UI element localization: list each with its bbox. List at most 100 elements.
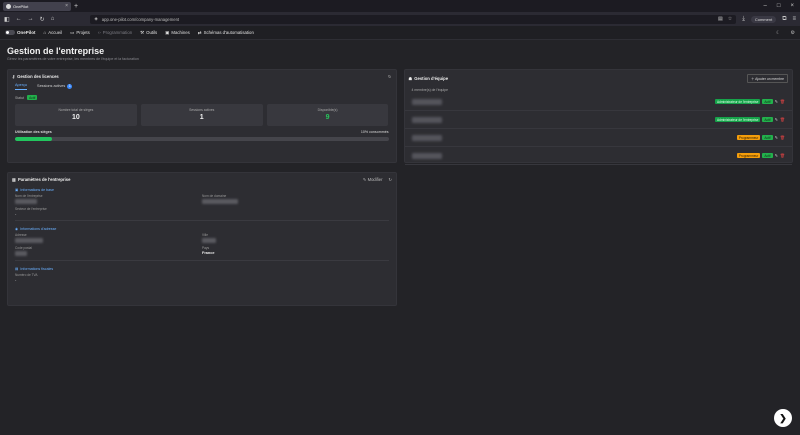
brand-toggle-icon	[5, 30, 15, 35]
add-member-label: Ajouter un membre	[755, 77, 784, 81]
forward-icon[interactable]: →	[28, 16, 34, 22]
maximize-icon[interactable]: □	[777, 3, 781, 9]
nav-item-label: Schémas d'automatisation	[203, 30, 254, 35]
team-card: ☗ Gestion d'équipe ＋ Ajouter un membre 4…	[403, 69, 793, 165]
key-icon: ⚷	[12, 74, 16, 79]
browser-tabbar: OnePilot × + – □ ×	[0, 0, 800, 12]
back-icon[interactable]: ←	[16, 16, 22, 22]
edit-icon[interactable]: ✎	[775, 117, 778, 122]
divider	[15, 260, 389, 261]
menu-icon[interactable]: ≡	[792, 16, 796, 22]
flow-icon: ⇄	[197, 29, 202, 35]
redacted-member-name	[411, 98, 442, 105]
field-postal: Code postal	[15, 246, 202, 256]
translate-icon[interactable]: ▤	[718, 16, 723, 22]
status-badge: Actif	[27, 95, 38, 100]
company-settings-card: ▥ Paramètres de l'entreprise ✎ Modifier …	[7, 172, 397, 306]
field-label: Code postal	[15, 246, 33, 250]
sidebar-toggle-icon[interactable]: ◧	[4, 16, 10, 23]
brand-name: OnePilot	[17, 30, 36, 35]
add-member-button[interactable]: ＋ Ajouter un membre	[747, 74, 788, 83]
field-value: -	[15, 278, 17, 282]
delete-icon[interactable]: 🗑	[780, 117, 785, 122]
nav-item-automation[interactable]: ⇄ Schémas d'automatisation	[198, 30, 254, 36]
field-industry: Secteur de l'entreprise -	[15, 207, 202, 216]
edit-icon[interactable]: ✎	[775, 135, 778, 140]
extensions-icon[interactable]: ⧉	[782, 16, 786, 23]
redacted-member-name	[411, 116, 442, 123]
assistant-launcher-button[interactable]: ❯	[774, 409, 792, 427]
delete-icon[interactable]: 🗑	[780, 135, 785, 140]
team-member-row: Programmeur Actif ✎ 🗑	[404, 129, 792, 147]
field-label: Nom de domaine	[202, 194, 227, 198]
usage-value: 10% consommés	[360, 130, 389, 134]
nav-item-tools[interactable]: ⚒ Outils	[140, 30, 157, 36]
role-badge: Administrateur de l'entreprise	[715, 99, 761, 104]
tab-overview[interactable]: Aperçu	[15, 83, 28, 90]
app-favicon-icon	[6, 3, 11, 9]
browser-navbar: ◧ ← → ↻ ⌂ ◈ app.one-pilot.com/company-ma…	[0, 12, 800, 26]
field-label: Numéro de TVA	[15, 273, 38, 277]
minimize-icon[interactable]: –	[764, 3, 767, 9]
nav-item-label: Accueil	[48, 30, 63, 35]
download-icon[interactable]: ⤓	[742, 16, 745, 23]
nav-item-programming[interactable]: ‹› Programmation	[98, 30, 132, 35]
tab-count-badge: 1	[67, 84, 73, 89]
brand-logo[interactable]: OnePilot	[5, 30, 36, 35]
home-icon[interactable]: ⌂	[51, 16, 55, 22]
delete-icon[interactable]: 🗑	[780, 99, 785, 104]
nav-item-home[interactable]: ⌂ Accueil	[44, 30, 63, 35]
reload-icon[interactable]: ↻	[40, 16, 45, 23]
nav-item-label: Outils	[146, 30, 158, 35]
refresh-icon[interactable]: ↻	[388, 74, 392, 79]
field-vat: Numéro de TVA -	[15, 273, 202, 282]
stat-value: 10	[72, 114, 80, 121]
app-navbar: OnePilot ⌂ Accueil ▭ Projets ‹› Programm…	[0, 26, 800, 40]
section-billing: Informations fiscales	[20, 267, 54, 271]
field-label: Nom de l'entreprise	[15, 194, 43, 198]
nav-item-projects[interactable]: ▭ Projets	[70, 30, 90, 36]
stat-label: Sessions actives	[189, 108, 215, 112]
edit-label: Modifier	[367, 177, 383, 182]
field-city: Ville	[202, 233, 389, 243]
nav-item-label: Programmation	[102, 30, 133, 35]
nav-item-machines[interactable]: ▣ Machines	[165, 30, 190, 36]
browser-tab-title: OnePilot	[13, 3, 29, 9]
new-tab-icon[interactable]: +	[74, 3, 78, 10]
field-address: Adresse	[15, 233, 202, 243]
edit-icon[interactable]: ✎	[775, 99, 778, 104]
close-window-icon[interactable]: ×	[790, 3, 794, 9]
delete-icon[interactable]: 🗑	[780, 153, 785, 158]
code-icon: ‹›	[97, 30, 101, 35]
role-badge: Programmeur	[736, 153, 761, 158]
home-icon: ⌂	[43, 30, 47, 35]
field-domain: Nom de domaine	[202, 194, 389, 204]
company-title: Paramètres de l'entreprise	[17, 177, 71, 182]
theme-toggle-icon[interactable]: ☾	[776, 30, 780, 36]
location-icon: ◉	[15, 227, 19, 231]
redacted-value	[202, 199, 238, 204]
window-controls: – □ ×	[764, 3, 800, 9]
field-label: Adresse	[15, 233, 27, 237]
browser-tab[interactable]: OnePilot ×	[3, 1, 71, 11]
refresh-icon[interactable]: ↻	[388, 177, 392, 182]
field-label: Pays	[202, 246, 210, 250]
user-menu-icon[interactable]: ⚙	[791, 30, 795, 36]
nav-item-label: Machines	[171, 30, 190, 35]
tab-active-sessions[interactable]: Sessions actives 1	[37, 84, 73, 89]
edit-icon[interactable]: ✎	[775, 153, 778, 158]
bookmark-icon[interactable]: ☆	[728, 16, 732, 22]
licenses-card: ⚷ Gestion des licences ↻ Aperçu Sessions…	[7, 69, 397, 163]
comment-button[interactable]: Comment	[750, 15, 777, 23]
stat-active-sessions: Sessions actives 1	[140, 104, 263, 126]
page-content: Gestion de l'entreprise Gérez les paramè…	[0, 40, 800, 312]
license-stats: Nombre total de sièges 10 Sessions activ…	[8, 102, 396, 128]
edit-button[interactable]: ✎ Modifier	[363, 177, 383, 182]
url-bar[interactable]: ◈ app.one-pilot.com/company-management ▤…	[90, 14, 737, 24]
page-subtitle: Gérez les paramètres de votre entreprise…	[7, 57, 139, 61]
member-list: Administrateur de l'entreprise Actif ✎ 🗑 Adm…	[404, 93, 792, 165]
divider	[15, 220, 389, 221]
close-tab-icon[interactable]: ×	[65, 3, 68, 9]
machine-icon: ▣	[165, 29, 170, 35]
stat-total-seats: Nombre total de sièges 10	[15, 104, 137, 126]
